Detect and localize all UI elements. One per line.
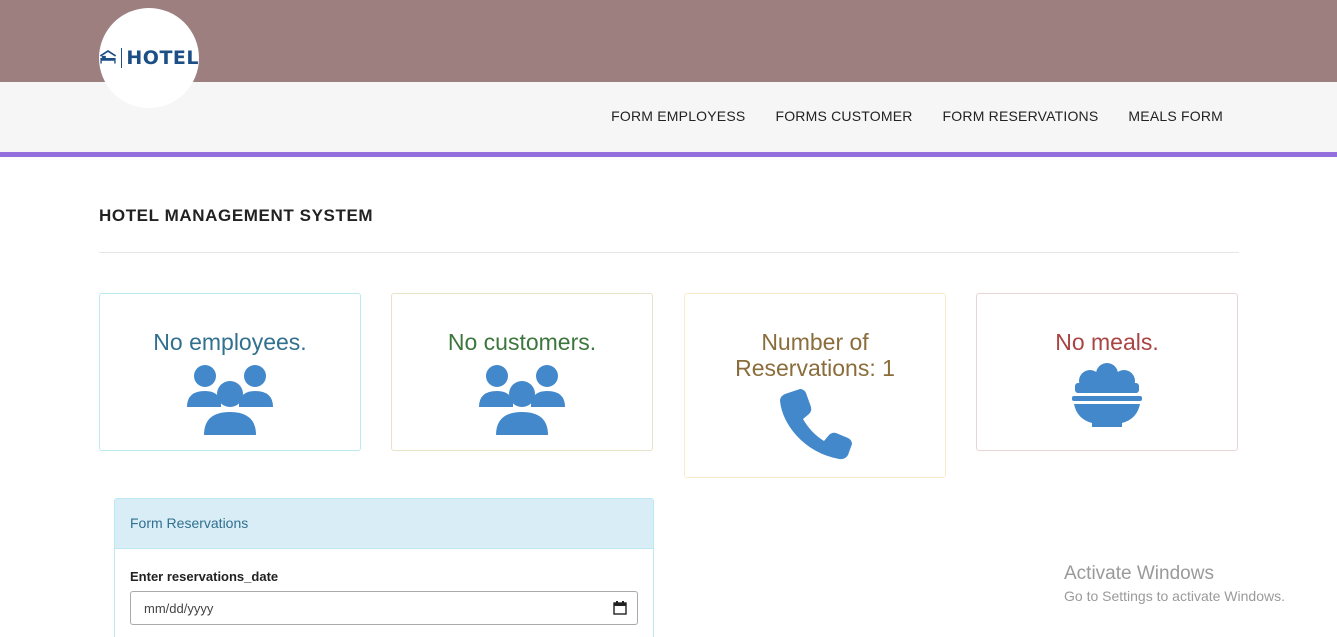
reservations-card: Number of Reservations: 1 — [684, 293, 946, 478]
employees-card-label: No employees. — [153, 329, 307, 355]
date-field-label: Enter reservations_date — [130, 569, 279, 584]
nav-form-reservations[interactable]: FORM RESERVATIONS — [943, 108, 1099, 124]
reservations-card-label: Number of Reservations: 1 — [735, 329, 895, 381]
users-icon — [187, 365, 273, 435]
hotel-logo[interactable]: HOTEL — [99, 8, 199, 108]
customers-card: No customers. — [391, 293, 653, 451]
meals-card: No meals. — [976, 293, 1238, 451]
logo-separator — [121, 48, 123, 68]
employees-card: No employees. — [99, 293, 361, 451]
phone-icon — [780, 389, 852, 460]
hotel-bed-icon — [99, 50, 117, 64]
nav-forms-customer[interactable]: FORMS CUSTOMER — [775, 108, 912, 124]
date-input-placeholder: mm/dd/yyyy — [144, 600, 214, 616]
bowl-icon — [1072, 363, 1142, 427]
navbar-accent-line — [0, 152, 1337, 157]
meals-card-label: No meals. — [1055, 329, 1159, 355]
top-banner — [0, 0, 1337, 82]
users-icon — [479, 365, 565, 435]
customers-card-label: No customers. — [447, 329, 597, 355]
calendar-icon[interactable] — [613, 601, 627, 615]
windows-activation-watermark: Activate Windows Go to Settings to activ… — [1064, 563, 1285, 604]
watermark-title: Activate Windows — [1064, 563, 1214, 584]
main-nav: FORM EMPLOYESS FORMS CUSTOMER FORM RESER… — [611, 108, 1223, 124]
logo-text: HOTEL — [126, 47, 199, 69]
panel-title: Form Reservations — [115, 499, 653, 549]
reservation-form-panel: Form Reservations Enter reservations_dat… — [114, 498, 654, 637]
nav-form-employees[interactable]: FORM EMPLOYESS — [611, 108, 745, 124]
title-divider — [99, 252, 1239, 253]
nav-meals-form[interactable]: MEALS FORM — [1128, 108, 1223, 124]
page-title: HOTEL MANAGEMENT SYSTEM — [99, 206, 374, 225]
reservations-date-input[interactable]: mm/dd/yyyy — [130, 591, 638, 625]
watermark-subtitle: Go to Settings to activate Windows. — [1064, 588, 1285, 604]
